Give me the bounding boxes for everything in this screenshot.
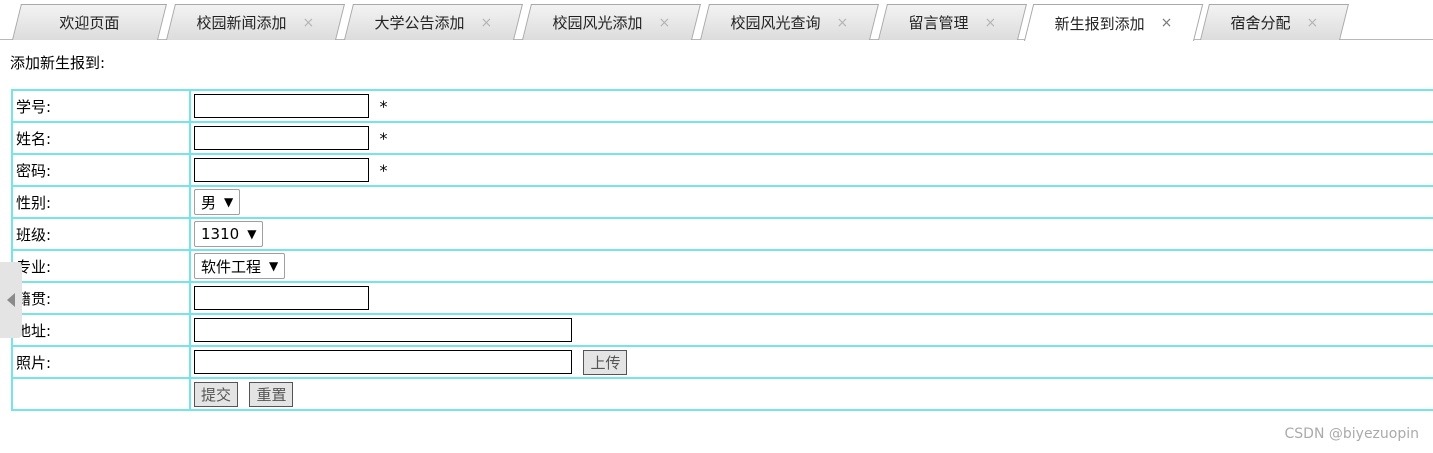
class-select[interactable]: 1310 ▼ (194, 221, 264, 247)
tab-welcome[interactable]: 欢迎页面 (12, 4, 167, 40)
form-row-name: 姓名: * (11, 121, 1433, 155)
hometown-input[interactable] (194, 286, 369, 310)
page-heading: 添加新生报到: (10, 54, 106, 72)
tab-label: 留言管理 (908, 14, 969, 32)
tab-campus-news-add[interactable]: 校园新闻添加 × (166, 4, 345, 40)
required-mark: * (379, 160, 388, 180)
registration-form: 学号: * 姓名: * 密码: * 性别: 男 ▼ 班级: 1310 ▼ 专业:… (11, 89, 1433, 411)
tab-campus-scenery-add[interactable]: 校园风光添加 × (522, 4, 701, 40)
major-label: 专业: (11, 249, 191, 283)
watermark: CSDN @biyezuopin (1284, 426, 1419, 442)
tab-new-student-registration-add[interactable]: 新生报到添加 × (1024, 4, 1204, 41)
student-id-label: 学号: (11, 89, 191, 123)
tab-close-icon[interactable]: × (837, 15, 849, 31)
name-input[interactable] (194, 126, 369, 150)
dropdown-arrow-icon: ▼ (224, 195, 234, 209)
form-row-gender: 性别: 男 ▼ (11, 185, 1433, 219)
tab-dorm-assignment[interactable]: 宿舍分配 × (1200, 4, 1349, 40)
tab-message-management[interactable]: 留言管理 × (878, 4, 1027, 40)
class-select-value: 1310 (201, 225, 240, 243)
form-row-hometown: 籍贯: (11, 281, 1433, 315)
dropdown-arrow-icon: ▼ (269, 259, 279, 273)
tab-close-icon[interactable]: × (1307, 15, 1319, 31)
tab-label: 新生报到添加 (1054, 14, 1145, 33)
gender-select[interactable]: 男 ▼ (194, 189, 241, 215)
form-row-student-id: 学号: * (11, 89, 1433, 123)
form-row-actions: 提交 重置 (11, 377, 1433, 411)
required-mark: * (379, 128, 388, 148)
sidebar-collapse-handle[interactable] (0, 262, 22, 338)
class-label: 班级: (11, 217, 191, 251)
gender-select-value: 男 (201, 193, 217, 212)
upload-button[interactable]: 上传 (583, 349, 628, 375)
tab-close-icon[interactable]: × (985, 15, 997, 31)
required-mark: * (379, 96, 388, 116)
hometown-label: 籍贯: (11, 281, 191, 315)
tab-close-icon[interactable]: × (659, 15, 671, 31)
major-select-value: 软件工程 (201, 257, 262, 276)
password-input[interactable] (194, 158, 369, 182)
submit-button[interactable]: 提交 (194, 381, 239, 407)
gender-label: 性别: (11, 185, 191, 219)
photo-path-input[interactable] (194, 350, 572, 374)
tab-label: 校园新闻添加 (196, 14, 287, 32)
tab-label: 校园风光查询 (730, 14, 821, 32)
address-label: 地址: (11, 313, 191, 347)
form-row-major: 专业: 软件工程 ▼ (11, 249, 1433, 283)
photo-label: 照片: (11, 345, 191, 379)
password-label: 密码: (11, 153, 191, 187)
tab-label: 欢迎页面 (59, 14, 120, 32)
major-select[interactable]: 软件工程 ▼ (194, 253, 286, 279)
tab-label: 大学公告添加 (374, 14, 465, 32)
empty-label-cell (11, 377, 191, 411)
name-label: 姓名: (11, 121, 191, 155)
tab-bar: 欢迎页面 校园新闻添加 × 大学公告添加 × 校园风光添加 × 校园风光查询 × 留言管… (0, 0, 1433, 41)
address-input[interactable] (194, 318, 572, 342)
form-row-photo: 照片: 上传 (11, 345, 1433, 379)
chevron-left-icon (7, 293, 15, 307)
reset-button[interactable]: 重置 (249, 381, 294, 407)
form-row-password: 密码: * (11, 153, 1433, 187)
form-row-class: 班级: 1310 ▼ (11, 217, 1433, 251)
tab-campus-scenery-query[interactable]: 校园风光查询 × (700, 4, 879, 40)
tab-close-icon[interactable]: × (303, 15, 315, 31)
tab-close-icon[interactable]: × (1161, 15, 1173, 31)
tab-label: 校园风光添加 (552, 14, 643, 32)
form-row-address: 地址: (11, 313, 1433, 347)
tab-university-notice-add[interactable]: 大学公告添加 × (344, 4, 523, 40)
dropdown-arrow-icon: ▼ (247, 227, 257, 241)
student-id-input[interactable] (194, 94, 369, 118)
tab-label: 宿舍分配 (1230, 14, 1291, 32)
tab-close-icon[interactable]: × (481, 15, 493, 31)
